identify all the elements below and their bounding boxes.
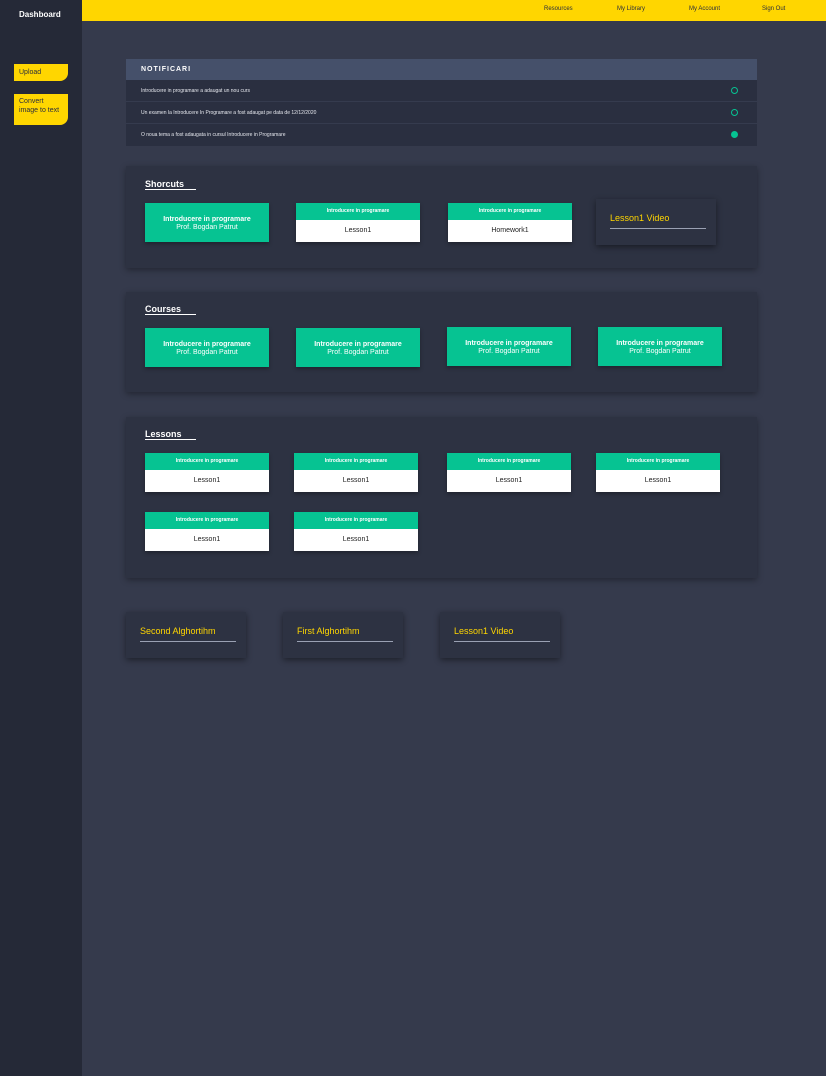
notification-text: Un examen la Introducere In Programare a… (141, 110, 317, 116)
shortcuts-underline (145, 189, 196, 190)
first-algorithm-card[interactable]: First Alghortihm (283, 612, 403, 658)
notification-item[interactable]: Introducere in programare a adaugat un n… (126, 80, 757, 102)
card-underline (297, 641, 393, 642)
lesson-card[interactable]: Introducere in programare Lesson1 (294, 512, 418, 551)
upload-button[interactable]: Upload (14, 64, 68, 81)
courses-underline (145, 314, 196, 315)
second-algorithm-card[interactable]: Second Alghortihm (126, 612, 246, 658)
lessons-underline (145, 439, 196, 440)
video-underline (610, 228, 706, 229)
course-professor: Prof. Bogdan Patrut (629, 348, 691, 355)
lessons-title: Lessons (145, 429, 182, 439)
lesson-name: Homework1 (448, 220, 572, 242)
lesson-video-card[interactable]: Lesson1 Video (440, 612, 560, 658)
lesson-course-name: Introducere in programare (596, 453, 720, 470)
lesson-course-name: Introducere in programare (145, 453, 269, 470)
lesson-name: Lesson1 (145, 529, 269, 551)
course-title: Introducere in programare (163, 216, 251, 223)
course-card[interactable]: Introducere in programare Prof. Bogdan P… (447, 327, 571, 366)
card-underline (454, 641, 550, 642)
convert-image-to-text-button[interactable]: Convert image to text (14, 94, 68, 125)
course-title: Introducere in programare (163, 341, 251, 348)
lesson-card[interactable]: Introducere in programare Lesson1 (145, 512, 269, 551)
notifications-list: Introducere in programare a adaugat un n… (126, 80, 757, 146)
nav-my-library[interactable]: My Library (617, 6, 645, 12)
lesson-course-name: Introducere in programare (145, 512, 269, 529)
lesson-name: Lesson1 (294, 470, 418, 492)
unread-indicator-icon[interactable] (731, 87, 738, 94)
notification-item[interactable]: Un examen la Introducere In Programare a… (126, 102, 757, 124)
lesson-card[interactable]: Introducere in programare Lesson1 (145, 453, 269, 492)
lesson-card[interactable]: Introducere in programare Lesson1 (596, 453, 720, 492)
lesson-course-name: Introducere in programare (294, 453, 418, 470)
course-title: Introducere in programare (314, 341, 402, 348)
nav-resources[interactable]: Resources (544, 6, 573, 12)
video-label: Lesson1 Video (610, 213, 670, 223)
shortcuts-title: Shorcuts (145, 179, 185, 189)
shortcut-homework-card[interactable]: Introducere in programare Homework1 (448, 203, 572, 242)
lesson-course-name: Introducere in programare (448, 203, 572, 220)
lesson-course-name: Introducere in programare (296, 203, 420, 220)
sidebar: Dashboard Upload Convert image to text (0, 0, 82, 1076)
card-underline (140, 641, 236, 642)
unread-indicator-icon[interactable] (731, 109, 738, 116)
shortcut-video-card[interactable]: Lesson1 Video (596, 199, 716, 245)
top-bar: Resources My Library My Account Sign Out (82, 0, 826, 21)
shortcut-lesson-card[interactable]: Introducere in programare Lesson1 (296, 203, 420, 242)
lesson-course-name: Introducere in programare (294, 512, 418, 529)
course-professor: Prof. Bogdan Patrut (478, 348, 540, 355)
course-professor: Prof. Bogdan Patrut (327, 349, 389, 356)
read-indicator-icon[interactable] (731, 131, 738, 138)
lesson-name: Lesson1 (596, 470, 720, 492)
course-title: Introducere in programare (465, 340, 553, 347)
course-title: Introducere in programare (616, 340, 704, 347)
card-label: Lesson1 Video (454, 626, 514, 636)
dashboard-title[interactable]: Dashboard (19, 10, 61, 19)
card-label: First Alghortihm (297, 626, 360, 636)
notification-text: Introducere in programare a adaugat un n… (141, 88, 250, 94)
nav-sign-out[interactable]: Sign Out (762, 6, 785, 12)
lesson-course-name: Introducere in programare (447, 453, 571, 470)
lesson-name: Lesson1 (145, 470, 269, 492)
nav-my-account[interactable]: My Account (689, 6, 720, 12)
courses-title: Courses (145, 304, 182, 314)
course-card[interactable]: Introducere in programare Prof. Bogdan P… (145, 328, 269, 367)
card-label: Second Alghortihm (140, 626, 216, 636)
lesson-card[interactable]: Introducere in programare Lesson1 (447, 453, 571, 492)
course-professor: Prof. Bogdan Patrut (176, 224, 238, 231)
notification-item[interactable]: O noua tema a fost adaugata in cursul In… (126, 124, 757, 146)
course-professor: Prof. Bogdan Patrut (176, 349, 238, 356)
lesson-name: Lesson1 (296, 220, 420, 242)
course-card[interactable]: Introducere in programare Prof. Bogdan P… (296, 328, 420, 367)
lesson-card[interactable]: Introducere in programare Lesson1 (294, 453, 418, 492)
course-card[interactable]: Introducere in programare Prof. Bogdan P… (598, 327, 722, 366)
lessons-panel (126, 417, 757, 578)
notifications-header: NOTIFICARI (126, 59, 757, 80)
lesson-name: Lesson1 (447, 470, 571, 492)
notification-text: O noua tema a fost adaugata in cursul In… (141, 132, 286, 138)
lesson-name: Lesson1 (294, 529, 418, 551)
shortcut-course-card[interactable]: Introducere in programare Prof. Bogdan P… (145, 203, 269, 242)
